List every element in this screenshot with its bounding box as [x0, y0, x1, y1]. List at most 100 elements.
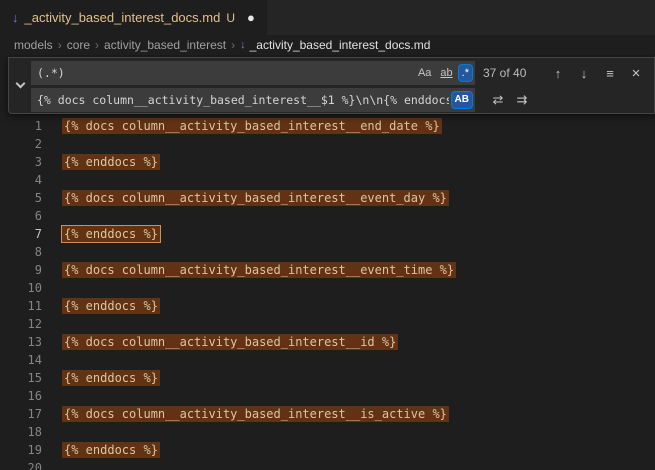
- unsaved-changes-dot[interactable]: ●: [247, 11, 255, 24]
- git-status-badge: U: [226, 11, 235, 25]
- editor-line[interactable]: 18: [0, 423, 655, 441]
- line-number: 17: [0, 405, 42, 423]
- editor-lines: 1 {% docs column__activity_based_interest…: [0, 117, 655, 470]
- line-content: [42, 387, 62, 405]
- line-content: {% enddocs %}: [42, 441, 160, 459]
- line-content: [42, 459, 62, 470]
- line-content: [42, 279, 62, 297]
- breadcrumb-item-core[interactable]: core: [67, 38, 90, 52]
- editor-line[interactable]: 5{% docs column__activity_based_interest…: [0, 189, 655, 207]
- breadcrumb-separator: ›: [58, 38, 62, 52]
- find-match: {% enddocs %}: [62, 442, 160, 458]
- find-match: {% enddocs %}: [62, 370, 160, 386]
- line-number: 20: [0, 459, 42, 470]
- line-number: 5: [0, 189, 42, 207]
- find-match: {% docs column__activity_based_interest_…: [62, 118, 442, 134]
- editor-line[interactable]: 8: [0, 243, 655, 261]
- editor[interactable]: (.*) Aa ab .* 37 of 40 ↑ ↓ ≡ × {% docs c…: [0, 55, 655, 470]
- editor-line[interactable]: 20: [0, 459, 655, 470]
- breadcrumb-item-file[interactable]: _activity_based_interest_docs.md: [250, 38, 431, 52]
- editor-line[interactable]: 13 {% docs column__activity_based_interes…: [0, 333, 655, 351]
- line-content: [42, 171, 62, 189]
- line-content: {% enddocs %}: [42, 225, 160, 243]
- breadcrumb-separator: ›: [95, 38, 99, 52]
- close-icon[interactable]: ×: [627, 65, 645, 82]
- editor-line[interactable]: 15 {% enddocs %}: [0, 369, 655, 387]
- previous-match-button[interactable]: ↑: [549, 66, 567, 81]
- find-match: {% docs column__activity_based_interest_…: [62, 406, 449, 422]
- breadcrumb: models › core › activity_based_interest …: [0, 35, 655, 55]
- line-content: {% enddocs %}: [42, 297, 160, 315]
- replace-input[interactable]: {% docs column__activity_based_interest_…: [31, 88, 475, 112]
- tab-active[interactable]: ↓ _activity_based_interest_docs.md U ●: [0, 0, 267, 35]
- find-match: {% enddocs %}: [62, 298, 160, 314]
- current-find-match: {% enddocs %}: [62, 226, 160, 242]
- line-content: {% enddocs %}: [42, 369, 160, 387]
- regex-button[interactable]: .*: [459, 65, 472, 81]
- replace-row: {% docs column__activity_based_interest_…: [31, 88, 650, 112]
- editor-line[interactable]: 12: [0, 315, 655, 333]
- editor-line[interactable]: 2: [0, 135, 655, 153]
- editor-line[interactable]: 10: [0, 279, 655, 297]
- line-number: 11: [0, 297, 42, 315]
- editor-line[interactable]: 14: [0, 351, 655, 369]
- vscode-window: ↓ _activity_based_interest_docs.md U ● m…: [0, 0, 655, 470]
- line-number: 10: [0, 279, 42, 297]
- line-number: 1: [0, 117, 42, 135]
- line-content: [42, 315, 62, 333]
- editor-line[interactable]: 17 {% docs column__activity_based_interes…: [0, 405, 655, 423]
- line-content: [42, 207, 62, 225]
- line-number: 3: [0, 153, 42, 171]
- line-number: 12: [0, 315, 42, 333]
- editor-line[interactable]: 6: [0, 207, 655, 225]
- chevron-down-icon: [15, 79, 25, 89]
- breadcrumb-separator: ›: [231, 38, 235, 52]
- line-content: [42, 135, 62, 153]
- line-content: [42, 423, 62, 441]
- preserve-case-button[interactable]: AB: [452, 92, 472, 108]
- editor-line[interactable]: 11 {% enddocs %}: [0, 297, 655, 315]
- line-number: 8: [0, 243, 42, 261]
- markdown-icon: ↓: [240, 39, 246, 51]
- replace-all-button[interactable]: ⇉: [513, 92, 531, 108]
- line-content: {% docs column__activity_based_interest_…: [42, 405, 449, 423]
- line-number: 14: [0, 351, 42, 369]
- editor-line[interactable]: 4: [0, 171, 655, 189]
- line-number: 4: [0, 171, 42, 189]
- line-number: 18: [0, 423, 42, 441]
- line-number: 16: [0, 387, 42, 405]
- line-number: 19: [0, 441, 42, 459]
- line-number: 13: [0, 333, 42, 351]
- breadcrumb-item-models[interactable]: models: [14, 38, 53, 52]
- next-match-button[interactable]: ↓: [575, 66, 593, 81]
- find-input[interactable]: (.*) Aa ab .*: [31, 61, 475, 85]
- find-in-selection-button[interactable]: ≡: [601, 66, 619, 81]
- markdown-icon: ↓: [12, 10, 19, 25]
- editor-line[interactable]: 1 {% docs column__activity_based_interest…: [0, 117, 655, 135]
- match-case-button[interactable]: Aa: [415, 65, 434, 81]
- line-content: {% docs column__activity_based_interest_…: [42, 261, 456, 279]
- match-count: 37 of 40: [483, 66, 541, 80]
- toggle-replace-button[interactable]: [9, 58, 31, 113]
- breadcrumb-item-activity-based-interest[interactable]: activity_based_interest: [104, 38, 226, 52]
- line-number: 9: [0, 261, 42, 279]
- line-number: 6: [0, 207, 42, 225]
- find-input-value: (.*): [37, 66, 412, 80]
- line-number: 15: [0, 369, 42, 387]
- find-match: {% docs column__activity_based_interest_…: [62, 262, 456, 278]
- find-replace-widget: (.*) Aa ab .* 37 of 40 ↑ ↓ ≡ × {% docs c…: [8, 57, 655, 114]
- replace-button[interactable]: ⇄: [489, 92, 507, 108]
- tab-bar: ↓ _activity_based_interest_docs.md U ●: [0, 0, 655, 35]
- editor-line[interactable]: 9 {% docs column__activity_based_interest…: [0, 261, 655, 279]
- line-content: [42, 243, 62, 261]
- tab-filename: _activity_based_interest_docs.md: [25, 10, 221, 25]
- editor-line[interactable]: 3{% enddocs %}: [0, 153, 655, 171]
- editor-line[interactable]: 19 {% enddocs %}: [0, 441, 655, 459]
- line-content: {% enddocs %}: [42, 153, 160, 171]
- editor-line[interactable]: 16: [0, 387, 655, 405]
- whole-word-button[interactable]: ab: [437, 65, 455, 81]
- line-content: {% docs column__activity_based_interest_…: [42, 117, 442, 135]
- find-match: {% docs column__activity_based_interest_…: [62, 334, 398, 350]
- line-content: [42, 351, 62, 369]
- editor-line[interactable]: 7{% enddocs %}: [0, 225, 655, 243]
